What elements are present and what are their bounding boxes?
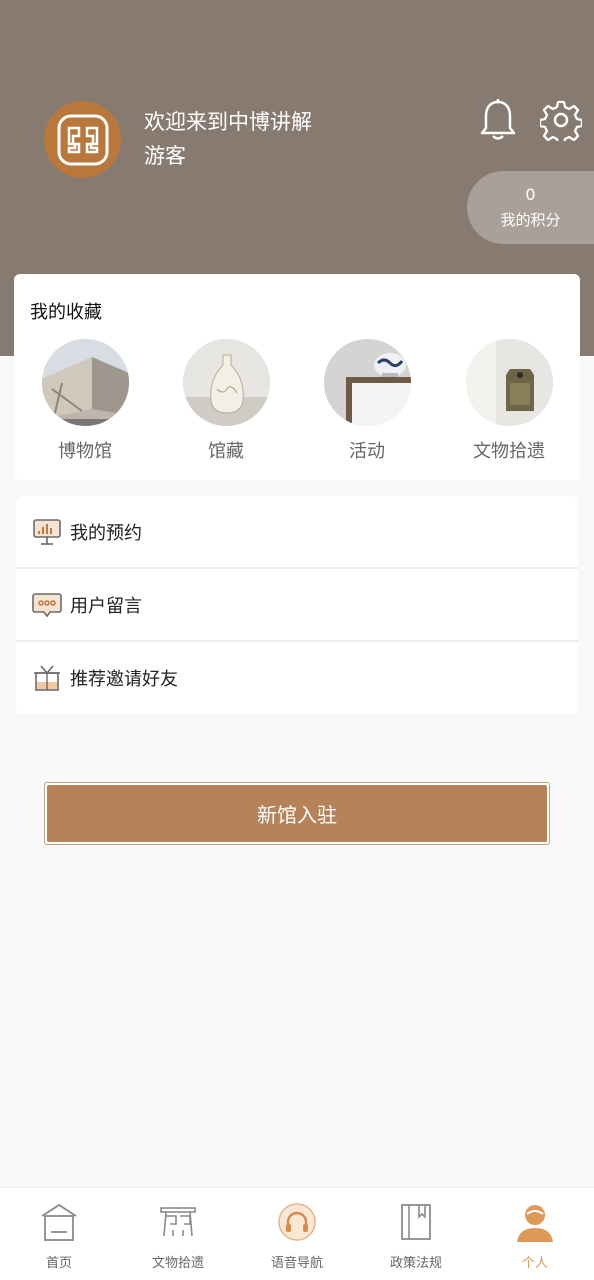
museum-thumbnail <box>41 339 129 426</box>
tab-relics[interactable]: 文物拾遗 <box>119 1188 237 1280</box>
activity-thumbnail <box>323 339 411 426</box>
points-label: 我的积分 <box>500 211 561 229</box>
reservation-icon <box>33 519 61 545</box>
user-icon <box>517 1205 553 1242</box>
logo-icon <box>57 114 108 165</box>
bottom-tabbar: 首页 文物拾遗 语音导航 政策法规 个人 <box>0 1187 594 1280</box>
menu-item-label: 我的预约 <box>70 523 142 544</box>
menu-item-reservation[interactable]: 我的预约 <box>16 496 578 568</box>
tab-label: 首页 <box>45 1256 72 1271</box>
join-museum-label: 新馆入驻 <box>47 785 547 842</box>
favorite-item-museum[interactable]: 博物馆 <box>20 339 150 469</box>
home-icon <box>41 1203 77 1241</box>
favorite-label: 博物馆 <box>58 441 112 462</box>
relics-icon <box>160 1207 196 1237</box>
favorite-item-activity[interactable]: 活动 <box>302 339 432 469</box>
tab-home[interactable]: 首页 <box>0 1188 118 1280</box>
tab-label: 个人 <box>521 1256 548 1271</box>
tab-label: 政策法规 <box>389 1256 442 1271</box>
join-museum-button[interactable]: 新馆入驻 <box>44 782 550 845</box>
username[interactable]: 游客 <box>144 140 186 170</box>
gear-icon[interactable] <box>540 99 582 141</box>
vase-thumbnail <box>182 339 270 426</box>
points-value: 0 <box>525 185 536 204</box>
menu-item-invite[interactable]: 推荐邀请好友 <box>16 642 578 714</box>
welcome-text: 欢迎来到中博讲解 <box>144 110 312 134</box>
gift-icon <box>34 665 60 691</box>
favorites-title: 我的收藏 <box>30 302 102 323</box>
menu-item-label: 推荐邀请好友 <box>70 669 178 690</box>
menu-item-messages[interactable]: 用户留言 <box>16 569 578 641</box>
favorite-item-relics[interactable]: 文物拾遗 <box>444 339 574 469</box>
points-badge[interactable]: 0 我的积分 <box>467 171 594 244</box>
tab-label: 文物拾遗 <box>151 1256 204 1271</box>
headphones-icon <box>278 1203 316 1241</box>
avatar[interactable] <box>44 101 121 178</box>
tab-label: 语音导航 <box>270 1256 323 1271</box>
favorite-label: 活动 <box>349 441 385 462</box>
favorite-label: 馆藏 <box>208 441 244 462</box>
menu-card: 我的预约 用户留言 推荐邀请好友 <box>16 496 578 714</box>
favorite-label: 文物拾遗 <box>473 441 545 462</box>
book-icon <box>401 1204 431 1240</box>
favorites-card: 我的收藏 博物馆 馆藏 活动 文物拾遗 <box>14 274 580 480</box>
tab-profile[interactable]: 个人 <box>476 1188 594 1280</box>
menu-item-label: 用户留言 <box>70 596 142 617</box>
message-icon <box>32 593 62 618</box>
tab-policy[interactable]: 政策法规 <box>357 1188 475 1280</box>
tab-audio-guide[interactable]: 语音导航 <box>238 1188 356 1280</box>
favorite-item-collection[interactable]: 馆藏 <box>161 339 291 469</box>
bell-icon[interactable] <box>478 98 518 142</box>
relic-thumbnail <box>465 339 553 426</box>
